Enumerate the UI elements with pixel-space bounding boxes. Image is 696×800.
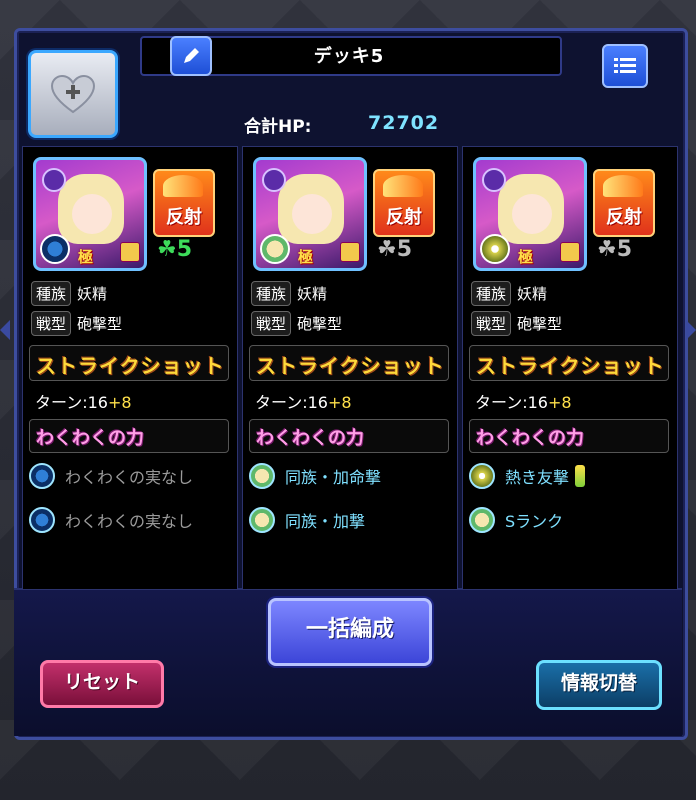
strike-shot-label: ストライクショット xyxy=(256,354,445,378)
champagne-icon xyxy=(575,465,586,487)
turn-count: ターン:16+8 xyxy=(255,393,352,412)
type-value: 砲撃型 xyxy=(297,315,343,333)
tribe-value: 妖精 xyxy=(517,285,548,303)
turn-count: ターン:16+8 xyxy=(475,393,572,412)
flame-icon xyxy=(603,175,643,197)
tribe-row: 種族 妖精 xyxy=(471,281,547,306)
ability-box[interactable]: わくわくの力 xyxy=(29,419,229,453)
reflect-badge: 反射 xyxy=(593,169,655,237)
type-tag: 戦型 xyxy=(31,311,72,336)
tribe-value: 妖精 xyxy=(297,285,328,303)
list-menu-icon xyxy=(614,58,636,73)
fruit-slot-1[interactable]: 熱き友撃 xyxy=(469,463,586,489)
fruit-slot-2[interactable]: わくわくの実なし xyxy=(29,507,193,533)
strike-shot-box[interactable]: ストライクショット xyxy=(249,345,449,381)
edit-deck-button[interactable] xyxy=(170,36,212,76)
total-hp-label: 合計HP: xyxy=(244,117,312,137)
monster-portrait[interactable]: 極 xyxy=(33,157,147,271)
monster-slot-2[interactable]: 極 反射 ☘5 種族 妖精 戦型 砲撃型 ストライクショット ターン:16+8 わく… xyxy=(242,146,458,590)
water-orb-icon xyxy=(29,463,55,489)
strike-shot-label: ストライクショット xyxy=(36,354,225,378)
ability-label: わくわくの力 xyxy=(36,428,144,449)
fruit-face-icon xyxy=(249,507,275,533)
reflect-badge: 反射 xyxy=(373,169,435,237)
type-value: 砲撃型 xyxy=(517,315,563,333)
fruit-face-icon xyxy=(469,507,495,533)
tribe-tag: 種族 xyxy=(251,281,292,306)
deck-menu-button[interactable] xyxy=(602,44,648,88)
bulk-edit-button[interactable]: 一括編成 xyxy=(268,598,432,666)
ability-label: わくわくの力 xyxy=(256,428,364,449)
info-switch-button[interactable]: 情報切替 xyxy=(536,660,662,710)
total-hp-value: 72702 xyxy=(368,112,440,134)
type-row: 戦型 砲撃型 xyxy=(31,311,122,336)
gauge-symbol-icon xyxy=(42,168,66,192)
rank-badge: 極 xyxy=(298,248,314,266)
rank-badge: 極 xyxy=(518,248,534,266)
lock-icon xyxy=(340,242,360,262)
type-row: 戦型 砲撃型 xyxy=(471,311,562,336)
heart-plus-icon xyxy=(50,74,96,114)
luck-indicator: ☘5 xyxy=(157,237,193,262)
fruit-face-icon xyxy=(249,463,275,489)
tribe-tag: 種族 xyxy=(31,281,72,306)
gauge-symbol-icon xyxy=(262,168,286,192)
tribe-value: 妖精 xyxy=(77,285,108,303)
ability-label: わくわくの力 xyxy=(476,428,584,449)
monster-portrait[interactable]: 極 xyxy=(253,157,367,271)
lock-icon xyxy=(120,242,140,262)
luck-indicator: ☘5 xyxy=(377,237,413,262)
clover-icon: ☘ xyxy=(597,237,617,262)
pencil-icon xyxy=(184,48,199,63)
lock-icon xyxy=(560,242,580,262)
flame-icon xyxy=(163,175,203,197)
star-fruit-icon xyxy=(480,234,510,264)
ability-box[interactable]: わくわくの力 xyxy=(249,419,449,453)
water-orb-icon xyxy=(29,507,55,533)
flame-icon xyxy=(383,175,423,197)
ability-box[interactable]: わくわくの力 xyxy=(469,419,669,453)
fruit-slot-1[interactable]: 同族・加命撃 xyxy=(249,463,381,489)
fruit-slot-2[interactable]: Sランク xyxy=(469,507,563,533)
fruit-face-icon xyxy=(260,234,290,264)
strike-shot-label: ストライクショット xyxy=(476,354,665,378)
water-orb-icon xyxy=(40,234,70,264)
monster-portrait[interactable]: 極 xyxy=(473,157,587,271)
tribe-row: 種族 妖精 xyxy=(251,281,327,306)
gauge-symbol-icon xyxy=(482,168,506,192)
type-value: 砲撃型 xyxy=(77,315,123,333)
star-fruit-icon xyxy=(469,463,495,489)
fruit-slot-2[interactable]: 同族・加撃 xyxy=(249,507,365,533)
monster-slot-3[interactable]: 極 反射 ☘5 種族 妖精 戦型 砲撃型 ストライクショット ターン:16+8 わく… xyxy=(462,146,678,590)
rank-badge: 極 xyxy=(78,248,94,266)
strike-shot-box[interactable]: ストライクショット xyxy=(29,345,229,381)
turn-count: ターン:16+8 xyxy=(35,393,132,412)
reflect-badge: 反射 xyxy=(153,169,215,237)
clover-icon: ☘ xyxy=(157,237,177,262)
reset-button[interactable]: リセット xyxy=(40,660,164,708)
tribe-row: 種族 妖精 xyxy=(31,281,107,306)
type-tag: 戦型 xyxy=(251,311,292,336)
strike-shot-box[interactable]: ストライクショット xyxy=(469,345,669,381)
clover-icon: ☘ xyxy=(377,237,397,262)
tribe-tag: 種族 xyxy=(471,281,512,306)
right-arrow-icon[interactable] xyxy=(686,320,696,340)
fruit-slot-1[interactable]: わくわくの実なし xyxy=(29,463,193,489)
left-arrow-icon[interactable] xyxy=(0,320,10,340)
favorite-button[interactable] xyxy=(28,50,118,138)
type-tag: 戦型 xyxy=(471,311,512,336)
monster-slot-1[interactable]: 極 反射 ☘5 種族 妖精 戦型 砲撃型 ストライクショット ターン:16+8 わく… xyxy=(22,146,238,590)
luck-indicator: ☘5 xyxy=(597,237,633,262)
type-row: 戦型 砲撃型 xyxy=(251,311,342,336)
